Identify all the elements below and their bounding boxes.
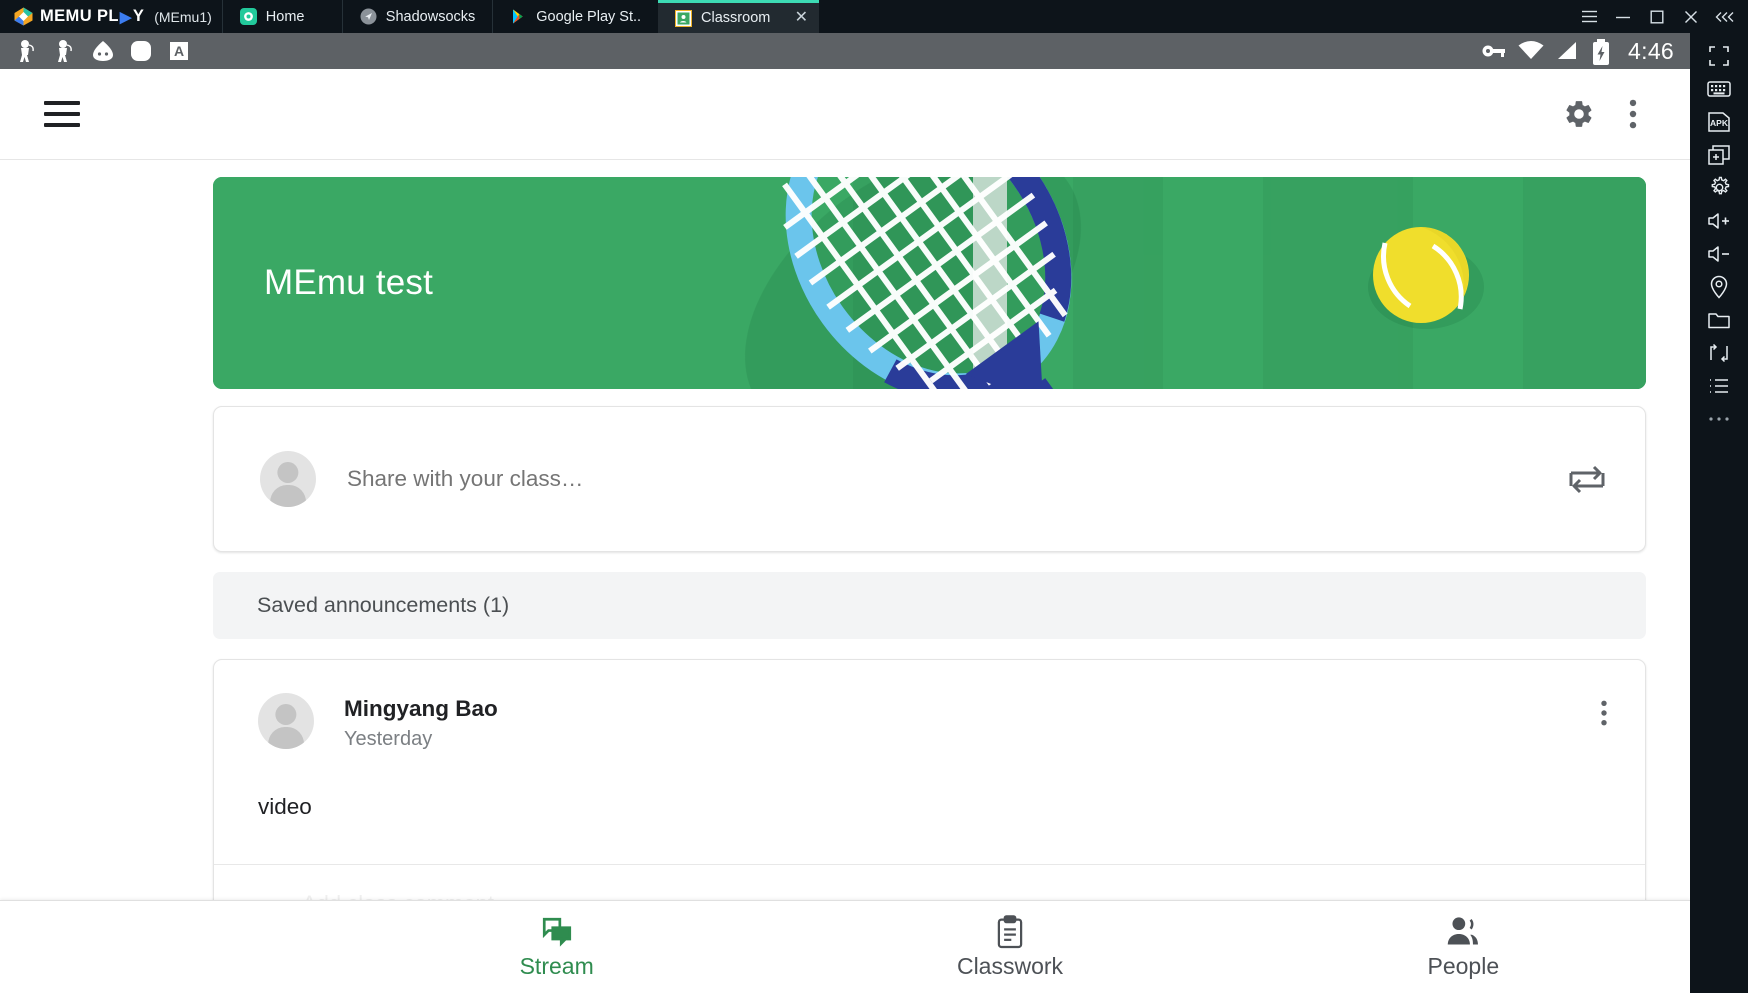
status-system-icons: 4:46 <box>1480 38 1690 65</box>
nav-label: People <box>1427 952 1500 979</box>
emulator-tool-sidebar[interactable]: APK <box>1690 33 1748 993</box>
brand-name-pre: MEMU PL <box>40 7 119 25</box>
status-notification-icons: A <box>0 38 192 64</box>
stream-post-card[interactable]: Mingyang Bao Yesterday video Add class c… <box>213 659 1646 919</box>
more-vert-icon[interactable] <box>1606 87 1660 141</box>
classroom-icon <box>675 9 693 27</box>
nav-item-classwork[interactable]: Classwork <box>783 901 1236 993</box>
memu-logo-icon <box>14 7 33 26</box>
emulator-titlebar: MEMU PL ▶ Y (MEmu1) Home Shadowsocks Goo… <box>0 0 1748 33</box>
window-menu-button[interactable] <box>1572 0 1606 33</box>
svg-text:A: A <box>174 43 184 59</box>
window-close-button[interactable] <box>1674 0 1708 33</box>
tab-google-play-store[interactable]: Google Play St.. <box>492 0 658 33</box>
tab-label: Google Play St.. <box>536 8 642 25</box>
app-brand: MEMU PL ▶ Y (MEmu1) <box>0 0 222 33</box>
tab-label: Classroom <box>701 10 771 26</box>
classroom-app: MEmu test Share with your class… Saved a… <box>0 69 1690 993</box>
fullscreen-icon[interactable] <box>1690 39 1748 72</box>
status-clock: 4:46 <box>1628 37 1674 64</box>
svg-text:APK: APK <box>1710 118 1729 128</box>
tab-classroom[interactable]: Classroom ✕ <box>658 0 820 33</box>
new-window-icon[interactable] <box>1690 138 1748 171</box>
post-meta: Mingyang Bao Yesterday <box>344 693 498 751</box>
window-minimize-button[interactable] <box>1606 0 1640 33</box>
google-play-icon <box>510 8 527 25</box>
nav-item-people[interactable]: People <box>1237 901 1690 993</box>
window-controls[interactable] <box>1572 0 1748 33</box>
vpn-key-icon <box>1480 38 1506 64</box>
tab-label: Home <box>265 8 305 25</box>
more-vert-icon[interactable] <box>1593 693 1615 727</box>
stream-icon <box>540 915 574 949</box>
gear-icon[interactable] <box>1690 171 1748 204</box>
people-icon <box>1445 915 1481 949</box>
saved-announcements-label: Saved announcements (1) <box>257 593 510 617</box>
brand-play-triangle-icon: ▶ <box>119 8 132 26</box>
post-timestamp: Yesterday <box>344 728 433 751</box>
stream-scroll-area[interactable]: MEmu test Share with your class… Saved a… <box>0 177 1690 993</box>
app-bar <box>0 69 1690 160</box>
nav-label: Classwork <box>956 952 1064 979</box>
window-collapse-button[interactable] <box>1708 0 1742 33</box>
post-header: Mingyang Bao Yesterday <box>258 693 1615 751</box>
share-with-class-card[interactable]: Share with your class… <box>213 406 1646 552</box>
wifi-icon <box>1517 38 1544 64</box>
home-icon <box>239 8 257 25</box>
location-icon[interactable] <box>1690 270 1748 303</box>
instance-name: (MEmu1) <box>154 8 212 25</box>
folder-icon[interactable] <box>1690 303 1748 336</box>
tab-close-icon[interactable]: ✕ <box>791 8 811 28</box>
share-input-placeholder[interactable]: Share with your class… <box>347 466 583 492</box>
brand-name-post: Y <box>132 7 145 25</box>
class-banner[interactable]: MEmu test <box>213 177 1646 389</box>
volume-down-icon[interactable] <box>1690 237 1748 270</box>
class-title: MEmu test <box>264 263 434 302</box>
app-icon-3 <box>90 38 116 64</box>
avatar <box>260 451 316 507</box>
post-author: Mingyang Bao <box>344 696 498 721</box>
post-body: video <box>258 794 312 820</box>
app-icon-1 <box>14 38 40 64</box>
avatar <box>258 693 314 749</box>
bottom-navigation[interactable]: Stream Classwork People <box>0 900 1690 993</box>
shadowsocks-icon <box>360 8 377 25</box>
tab-label: Shadowsocks <box>385 8 476 25</box>
nav-item-stream[interactable]: Stream <box>330 901 783 993</box>
hamburger-menu-icon[interactable] <box>44 101 80 127</box>
window-maximize-button[interactable] <box>1640 0 1674 33</box>
brand-name: MEMU PL ▶ Y <box>40 7 144 26</box>
saved-announcements-row[interactable]: Saved announcements (1) <box>213 572 1646 639</box>
nav-label: Stream <box>519 952 594 979</box>
more-icon[interactable] <box>1690 402 1748 435</box>
app-icon-a: A <box>166 38 192 64</box>
gear-icon[interactable] <box>1552 87 1606 141</box>
swap-arrows-icon[interactable] <box>1566 460 1608 498</box>
clipboard-icon <box>994 914 1026 949</box>
list-icon[interactable] <box>1690 369 1748 402</box>
keyboard-icon[interactable] <box>1690 72 1748 105</box>
battery-charging-icon <box>1591 38 1617 65</box>
app-icon-2 <box>52 38 78 64</box>
tab-bar[interactable]: Home Shadowsocks Google Play St.. Classr… <box>221 0 820 33</box>
app-icon-4 <box>128 38 154 64</box>
android-status-bar: A 4:46 <box>0 33 1690 69</box>
tab-home[interactable]: Home <box>221 0 342 33</box>
volume-up-icon[interactable] <box>1690 204 1748 237</box>
tab-shadowsocks[interactable]: Shadowsocks <box>341 0 492 33</box>
signal-icon <box>1554 38 1580 64</box>
apk-install-icon[interactable]: APK <box>1690 105 1748 138</box>
rotate-icon[interactable] <box>1690 336 1748 369</box>
